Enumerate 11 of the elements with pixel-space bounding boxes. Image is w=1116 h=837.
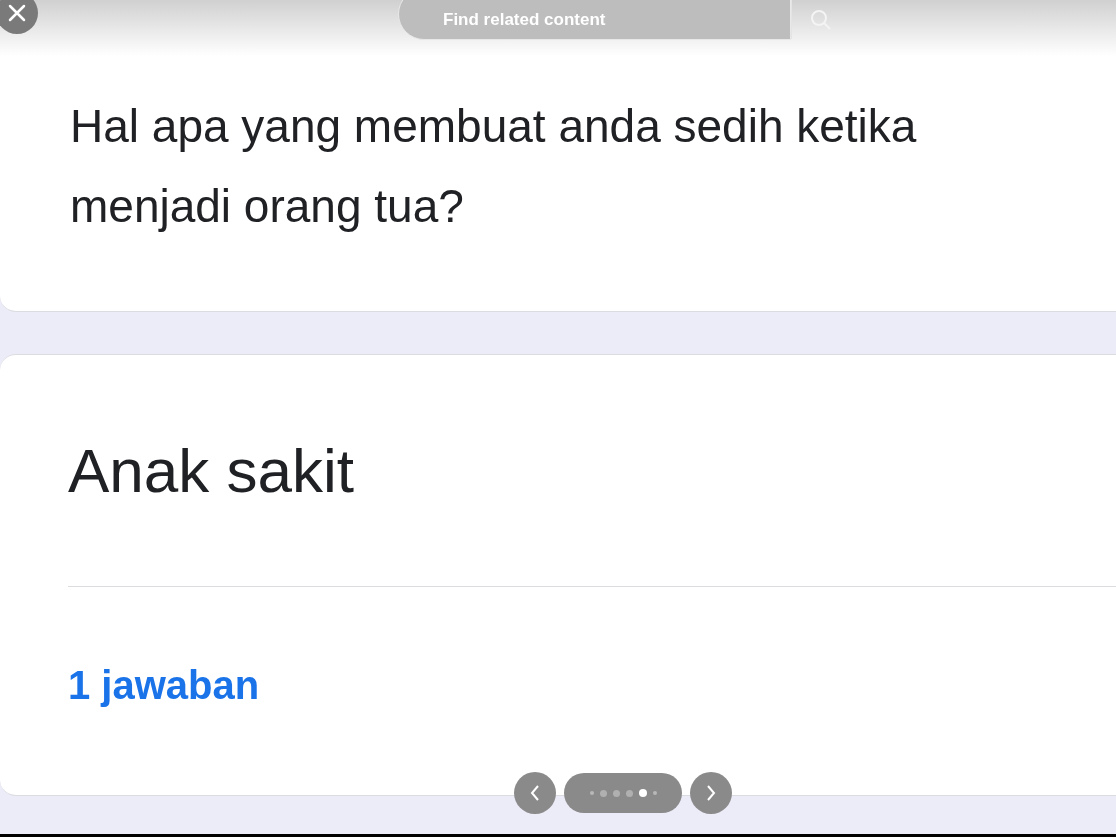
close-button[interactable] <box>0 0 38 34</box>
search-field[interactable]: Find related content <box>398 0 791 40</box>
close-icon <box>7 3 27 23</box>
previous-button[interactable] <box>514 772 556 814</box>
question-title: Hal apa yang membuat anda sedih ketika menjadi orang tua? <box>70 99 918 234</box>
response-count: 1 jawaban <box>68 662 261 709</box>
chevron-left-icon <box>529 784 541 802</box>
answer-text: Anak sakit <box>68 435 356 507</box>
search-icon[interactable] <box>810 9 832 31</box>
next-button[interactable] <box>690 772 732 814</box>
chevron-right-icon <box>705 784 717 802</box>
